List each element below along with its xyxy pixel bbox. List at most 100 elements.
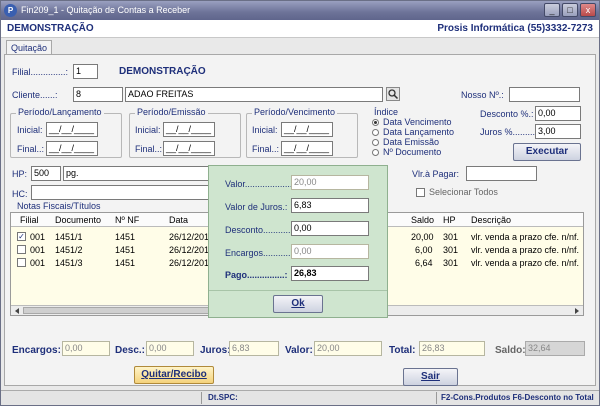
row-checkbox[interactable] (17, 258, 26, 267)
row-descricao: vlr. venda a prazo cfe. n/nf. (471, 245, 580, 255)
saldo-value: 32,64 (525, 341, 585, 356)
row-descricao: vlr. venda a prazo cfe. n/nf. (471, 258, 580, 268)
row-filial: 001 (30, 258, 46, 268)
vencimento-final-label: Final..: (252, 144, 280, 154)
row-documento: 1451/3 (55, 258, 83, 268)
row-nnf: 1451 (115, 232, 136, 242)
lancamento-inicial-input[interactable]: __/__/____ (46, 122, 98, 137)
hp-desc-input[interactable]: pg. (63, 166, 209, 181)
modal-valor-label: Valor.....................: (225, 179, 300, 189)
cliente-code-input[interactable]: 8 (73, 87, 123, 102)
desc-total-value: 0,00 (146, 341, 194, 356)
modal-divider (209, 290, 387, 291)
payment-dialog: Valor.....................: 20,00 Valor … (208, 165, 388, 318)
row-data: 26/12/201 (169, 258, 210, 268)
periodo-emissao-caption: Período/Emissão (135, 107, 208, 117)
selecionar-todos-checkbox[interactable] (416, 188, 425, 197)
quitar-recibo-button[interactable]: Quitar/Recibo (134, 366, 214, 384)
row-nnf: 1451 (115, 258, 136, 268)
executar-button[interactable]: Executar (513, 143, 581, 161)
desconto-pct-input[interactable]: 0,00 (535, 106, 581, 121)
hc-label: HC: (12, 189, 28, 199)
radio-numero-documento-label: Nº Documento (383, 147, 442, 157)
title-bar: P Fin209_1 - Quitação de Contas a Recebe… (1, 1, 599, 20)
row-data: 26/12/201 (169, 245, 210, 255)
application-window: P Fin209_1 - Quitação de Contas a Recebe… (0, 0, 600, 406)
ok-button[interactable]: Ok (273, 295, 323, 313)
juros-pct-input[interactable]: 3,00 (535, 124, 581, 139)
emissao-inicial-label: Inicial: (135, 125, 161, 135)
indice-caption: Índice (372, 107, 401, 117)
radio-data-lancamento[interactable] (372, 129, 379, 136)
filial-input[interactable]: 1 (73, 64, 98, 79)
scroll-left-icon[interactable] (13, 307, 21, 315)
row-checkbox[interactable] (17, 245, 26, 254)
row-nnf: 1451 (115, 245, 136, 255)
selecionar-todos-label: Selecionar Todos (429, 187, 498, 197)
status-dtspc: Dt.SPC: (208, 393, 238, 402)
status-separator (201, 392, 202, 404)
nosso-numero-input[interactable] (509, 87, 580, 102)
vlr-pagar-label: Vlr.à Pagar: (412, 169, 460, 179)
vencimento-inicial-input[interactable]: __/__/____ (281, 122, 333, 137)
total-label: Total: (389, 345, 416, 356)
vencimento-final-input[interactable]: __/__/____ (281, 141, 333, 156)
row-hp: 301 (443, 245, 459, 255)
modal-valor-input[interactable]: 20,00 (291, 175, 369, 190)
modal-desconto-label: Desconto............: (225, 225, 296, 235)
status-shortcuts: F2-Cons.Produtos F6-Desconto no Total (441, 393, 594, 402)
encargos-total-value: 0,00 (62, 341, 110, 356)
filial-label: Filial..............: (12, 67, 69, 77)
saldo-label: Saldo: (495, 345, 526, 356)
modal-desconto-input[interactable]: 0,00 (291, 221, 369, 236)
col-filial[interactable]: Filial (20, 215, 39, 225)
modal-encargos-input[interactable]: 0,00 (291, 244, 369, 259)
modal-juros-input[interactable]: 6,83 (291, 198, 369, 213)
juros-total-label: Juros: (200, 345, 231, 356)
periodo-lancamento-caption: Período/Lançamento (16, 107, 104, 117)
col-descricao[interactable]: Descrição (471, 215, 511, 225)
juros-pct-label: Juros %.........: (480, 127, 538, 137)
tab-quitacao[interactable]: Quitação (6, 40, 52, 55)
modal-pago-input[interactable]: 26,83 (291, 266, 369, 281)
notas-caption: Notas Fiscais/Títulos (17, 201, 101, 211)
hp-code-input[interactable]: 500 (31, 166, 61, 181)
radio-data-emissao[interactable] (372, 139, 379, 146)
lancamento-final-input[interactable]: __/__/____ (46, 141, 98, 156)
periodo-vencimento-caption: Período/Vencimento (252, 107, 338, 117)
col-hp[interactable]: HP (443, 215, 456, 225)
scroll-right-icon[interactable] (573, 307, 581, 315)
encargos-total-label: Encargos: (12, 345, 61, 356)
window-title: Fin209_1 - Quitação de Contas a Receber (21, 5, 191, 15)
row-checkbox[interactable]: ✓ (17, 232, 26, 241)
juros-total-value: 6,83 (229, 341, 279, 356)
emissao-final-input[interactable]: __/__/____ (163, 141, 215, 156)
col-data[interactable]: Data (169, 215, 188, 225)
search-button[interactable] (386, 87, 400, 101)
vlr-pagar-input[interactable] (466, 166, 537, 181)
sair-button[interactable]: Sair (403, 368, 458, 386)
desc-total-label: Desc.: (115, 345, 146, 356)
row-filial: 001 (30, 232, 46, 242)
lancamento-inicial-label: Inicial: (17, 125, 43, 135)
nosso-numero-label: Nosso Nº.: (461, 90, 504, 100)
col-documento[interactable]: Documento (55, 215, 101, 225)
minimize-icon[interactable]: _ (544, 3, 560, 17)
maximize-icon[interactable]: □ (562, 3, 578, 17)
filial-name: DEMONSTRAÇÃO (119, 66, 206, 77)
row-hp: 301 (443, 232, 459, 242)
total-value: 26,83 (419, 341, 485, 356)
col-nnf[interactable]: Nº NF (115, 215, 139, 225)
cliente-name-input[interactable]: ADAO FREITAS (125, 87, 383, 102)
cliente-label: Cliente......: (12, 90, 58, 100)
row-saldo: 20,00 (411, 232, 434, 242)
close-icon[interactable]: x (580, 3, 596, 17)
emissao-final-label: Final..: (135, 144, 163, 154)
radio-data-vencimento[interactable] (372, 119, 379, 126)
status-bar: Dt.SPC: F2-Cons.Produtos F6-Desconto no … (1, 390, 599, 405)
col-saldo[interactable]: Saldo (411, 215, 434, 225)
radio-numero-documento[interactable] (372, 149, 379, 156)
radio-data-lancamento-label: Data Lançamento (383, 127, 455, 137)
emissao-inicial-input[interactable]: __/__/____ (163, 122, 215, 137)
hc-input[interactable] (31, 185, 209, 200)
